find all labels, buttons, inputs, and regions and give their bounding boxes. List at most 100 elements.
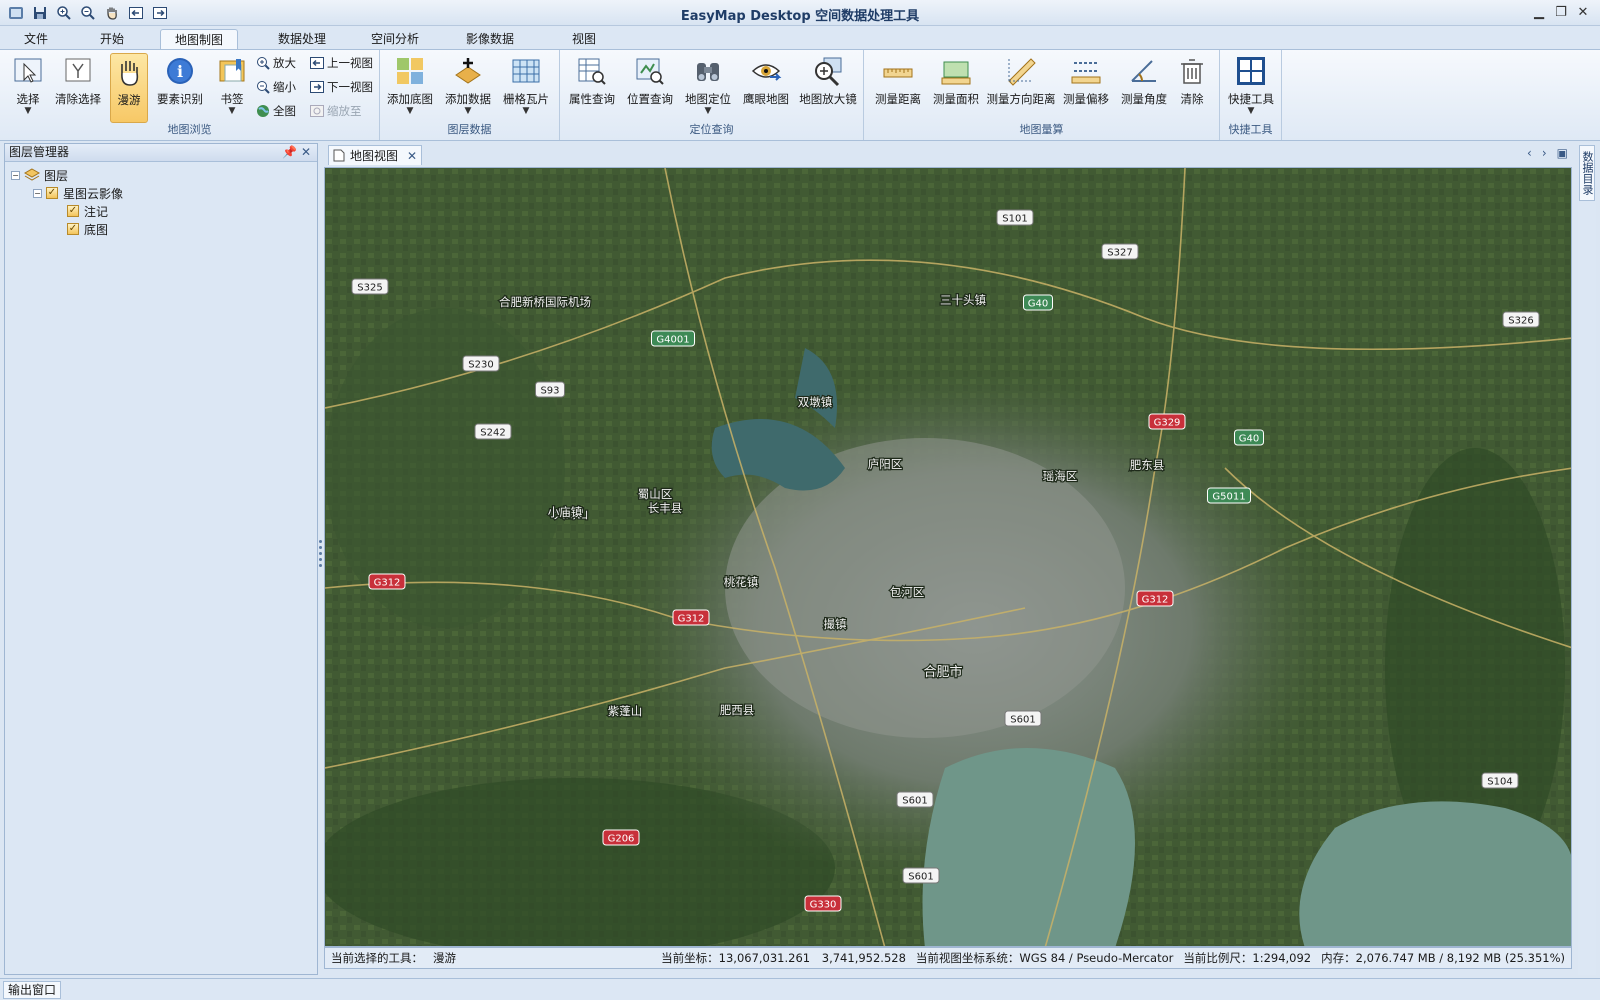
tree-node-layer[interactable]: ✓ 底图 bbox=[5, 220, 317, 238]
clear-selection-button[interactable]: 清除选择 bbox=[52, 53, 104, 123]
tree-layer-label: 底图 bbox=[84, 222, 109, 237]
tab-view[interactable]: 视图 bbox=[558, 29, 610, 50]
bookmark-button[interactable]: 书签 ▼ bbox=[206, 53, 258, 123]
current-tool-value: 漫游 bbox=[433, 951, 456, 965]
minimize-icon[interactable]: ▁ bbox=[1528, 2, 1550, 22]
road-shield: S242 bbox=[474, 423, 512, 440]
overview-map-button[interactable]: 鹰眼地图 bbox=[738, 53, 794, 123]
zoom-to-button[interactable]: 缩放至 bbox=[310, 101, 362, 121]
tab-imagery[interactable]: 影像数据 bbox=[452, 29, 528, 50]
layer-checkbox[interactable]: ✓ bbox=[67, 223, 79, 235]
map-locate-button[interactable]: 地图定位 ▼ bbox=[680, 53, 736, 123]
zoom-in-button[interactable]: 放大 bbox=[256, 53, 296, 73]
scale-readout: 当前比例尺：1:294,092 bbox=[1183, 950, 1311, 966]
road-shield-label: S230 bbox=[468, 360, 493, 371]
measure-bearing-button[interactable]: 测量方向距离 bbox=[986, 53, 1056, 123]
output-window-tab[interactable]: 输出窗口 bbox=[3, 981, 62, 999]
tab-map-view[interactable]: 地图视图 ✕ bbox=[328, 145, 423, 165]
road-shield-label: G40 bbox=[1028, 299, 1048, 310]
road-shield-label: S326 bbox=[1508, 316, 1533, 327]
road-shield-label: G40 bbox=[1239, 434, 1259, 445]
clear-measure-button[interactable]: 清除 bbox=[1170, 53, 1214, 123]
close-icon[interactable]: ✕ bbox=[1572, 2, 1594, 22]
place-label: 三十头镇 bbox=[940, 293, 986, 307]
group-label-locate: 定位查询 bbox=[689, 123, 734, 136]
zoom-out-button[interactable]: 缩小 bbox=[256, 77, 296, 97]
tab-file[interactable]: 文件 bbox=[10, 29, 62, 50]
collapse-icon[interactable]: − bbox=[11, 170, 20, 180]
select-button[interactable]: 选择 ▼ bbox=[2, 53, 54, 123]
tab-data-processing[interactable]: 数据处理 bbox=[264, 29, 340, 50]
road-shield: G329 bbox=[1148, 413, 1186, 430]
group-locate-query: 属性查询 位置查询 地图定位 ▼ 鹰眼地图 地图放大镜 定位查询 bbox=[560, 50, 864, 140]
close-tab-icon[interactable]: ✕ bbox=[407, 149, 417, 163]
road-shield: G312 bbox=[672, 609, 710, 626]
data-catalog-tab[interactable]: 数据目录 bbox=[1579, 145, 1595, 201]
collapse-icon[interactable]: − bbox=[33, 188, 42, 198]
place-label: 紫蓬山 bbox=[608, 704, 643, 718]
tree-node-root[interactable]: − 图层 bbox=[5, 166, 317, 184]
quick-tools-button[interactable]: 快捷工具 ▼ bbox=[1225, 53, 1277, 123]
place-label: 合肥市 bbox=[923, 664, 962, 680]
layers-stack-icon bbox=[24, 168, 40, 181]
road-shield-label: S601 bbox=[902, 796, 927, 807]
tab-spatial-analysis[interactable]: 空间分析 bbox=[357, 29, 433, 50]
road-shield: S601 bbox=[902, 867, 940, 884]
coord-readout: 当前坐标：13,067,031.261 3,741,952.528 bbox=[661, 950, 906, 966]
place-label: 肥东县 bbox=[1130, 458, 1165, 472]
prev-view-button[interactable]: 上一视图 bbox=[310, 53, 373, 73]
panel-splitter[interactable] bbox=[318, 540, 322, 574]
road-shield-label: G312 bbox=[1142, 595, 1169, 606]
window-list-icon[interactable]: ▣ bbox=[1557, 146, 1568, 160]
group-label-measure: 地图量算 bbox=[1019, 123, 1064, 136]
attribute-query-button[interactable]: 属性查询 bbox=[564, 53, 620, 123]
chevron-left-icon[interactable]: ‹ bbox=[1527, 146, 1532, 160]
road-shield: S93 bbox=[535, 381, 565, 398]
layer-checkbox[interactable]: ✓ bbox=[67, 205, 79, 217]
raster-tiles-button[interactable]: 栅格瓦片 ▼ bbox=[498, 53, 554, 123]
full-extent-button[interactable]: 全图 bbox=[256, 101, 296, 121]
pin-icon[interactable]: 📌 bbox=[282, 144, 297, 161]
tree-node-group[interactable]: − ✓ 星图云影像 bbox=[5, 184, 317, 202]
status-right: 当前坐标：13,067,031.261 3,741,952.528 当前视图坐标… bbox=[661, 950, 1565, 966]
current-tool-label: 当前选择的工具： bbox=[331, 951, 423, 965]
quick-tools-grid-icon bbox=[1237, 57, 1265, 85]
tab-start[interactable]: 开始 bbox=[86, 29, 138, 50]
eagle-eye-icon bbox=[751, 64, 782, 81]
tab-map-making[interactable]: 地图制图 bbox=[160, 29, 239, 50]
ruler-icon bbox=[883, 68, 913, 78]
chevron-right-icon[interactable]: › bbox=[1542, 146, 1547, 160]
window-title: EasyMap Desktop 空间数据处理工具 bbox=[680, 9, 920, 24]
measure-distance-button[interactable]: 测量距离 bbox=[870, 53, 926, 123]
layer-checkbox[interactable]: ✓ bbox=[46, 187, 58, 199]
zoom-out-icon bbox=[257, 81, 270, 94]
coord-x: 13,067,031.261 bbox=[718, 951, 811, 965]
add-basemap-button[interactable]: 添加底图 ▼ bbox=[382, 53, 438, 123]
location-query-button[interactable]: 位置查询 bbox=[622, 53, 678, 123]
identify-button[interactable]: i 要素识别 bbox=[154, 53, 206, 123]
basemap-grid-icon bbox=[397, 58, 423, 84]
road-shield-label: S601 bbox=[908, 872, 933, 883]
layer-manager-panel: 图层管理器 📌 ✕ − 图层 − ✓ 星图云影像 ✓ 注记 ✓ 底图 bbox=[4, 143, 318, 975]
chevron-down-icon: ▼ bbox=[522, 106, 530, 116]
road-shield: S326 bbox=[1502, 311, 1540, 328]
measure-area-button[interactable]: 测量面积 bbox=[928, 53, 984, 123]
measure-angle-button[interactable]: 测量角度 bbox=[1116, 53, 1172, 123]
magnifier-button[interactable]: 地图放大镜 bbox=[796, 53, 860, 123]
add-data-button[interactable]: 添加数据 ▼ bbox=[440, 53, 496, 123]
hand-icon bbox=[121, 61, 139, 86]
crs-readout: 当前视图坐标系统：WGS 84 / Pseudo-Mercator bbox=[916, 950, 1173, 966]
map-canvas[interactable]: S101 S327 G40 S325 S326 G4001 S230 S93 S242 G329 G… bbox=[324, 167, 1572, 947]
scale-value: 1:294,092 bbox=[1252, 951, 1312, 965]
ribbon-tab-bar: 文件 开始 地图制图 数据处理 空间分析 影像数据 视图 bbox=[0, 26, 1600, 50]
restore-icon[interactable]: ❐ bbox=[1550, 2, 1572, 22]
next-view-button[interactable]: 下一视图 bbox=[310, 77, 373, 97]
road-shield: S104 bbox=[1481, 772, 1519, 789]
pan-button[interactable]: 漫游 bbox=[110, 53, 148, 123]
place-label: 长丰县 bbox=[648, 501, 683, 515]
measure-offset-button[interactable]: 测量偏移 bbox=[1058, 53, 1114, 123]
road-shield-label: G330 bbox=[810, 900, 837, 911]
satellite-map[interactable]: S101 S327 G40 S325 S326 G4001 S230 S93 S242 G329 G… bbox=[325, 168, 1572, 947]
close-icon[interactable]: ✕ bbox=[301, 144, 311, 161]
tree-node-layer[interactable]: ✓ 注记 bbox=[5, 202, 317, 220]
